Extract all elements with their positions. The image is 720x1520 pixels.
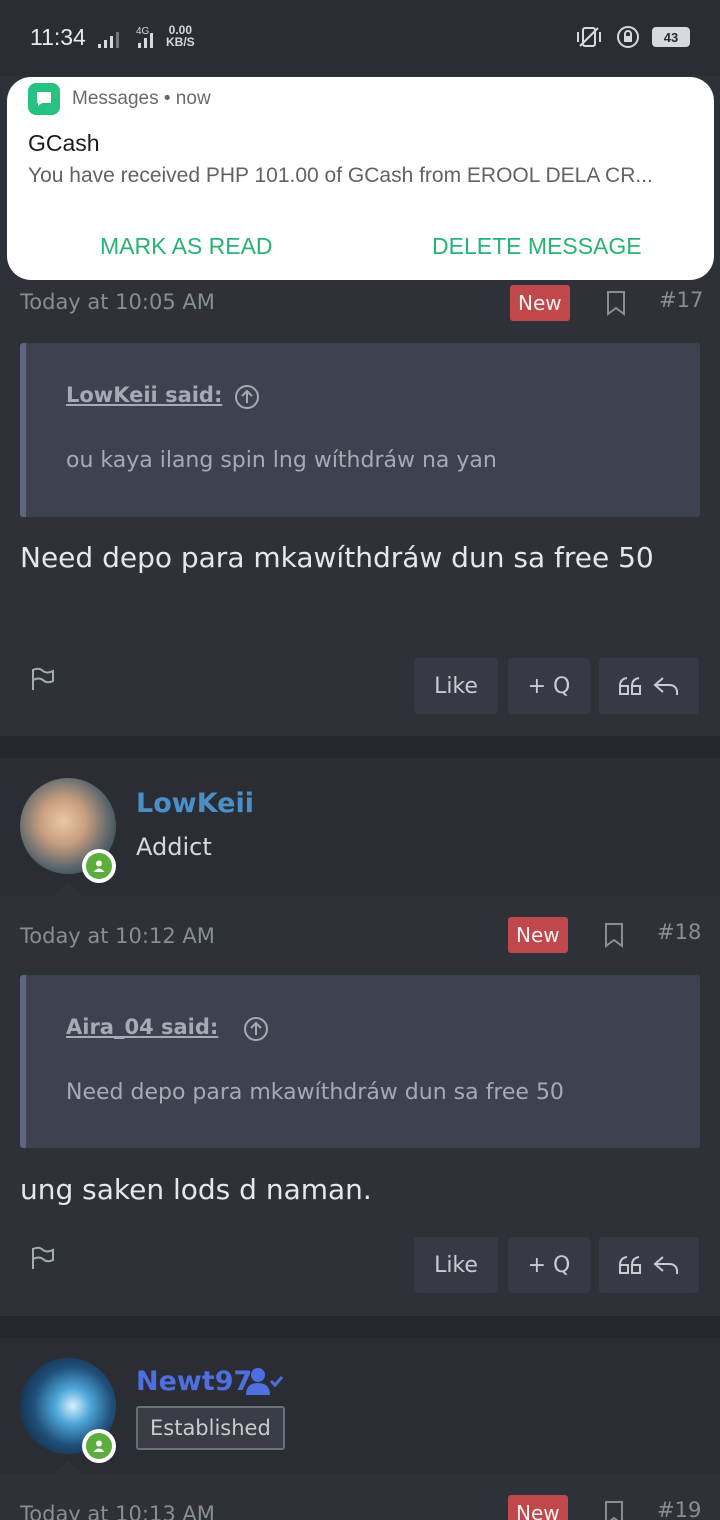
- like-button[interactable]: Like: [414, 658, 498, 714]
- quote-author-link[interactable]: Aira_04 said:: [66, 1015, 218, 1039]
- post-timestamp: Today at 10:05 AM: [20, 290, 215, 314]
- post-number[interactable]: #17: [659, 288, 703, 312]
- quote-icon: [619, 1256, 641, 1274]
- signal-icon-2: [138, 30, 153, 48]
- like-label: Like: [434, 1252, 478, 1278]
- post-19: Today at 10:13 AM New #19: [0, 1474, 720, 1520]
- messages-icon: [28, 83, 60, 115]
- multi-quote-label: + Q: [527, 673, 571, 699]
- post-timestamp: Today at 10:13 AM: [20, 1502, 215, 1520]
- notification-body: You have received PHP 101.00 of GCash fr…: [28, 164, 653, 187]
- new-badge: New: [508, 917, 568, 953]
- quote-icon: [619, 677, 641, 695]
- arrow-up-circle-icon[interactable]: [243, 1016, 269, 1042]
- quote-text: Need depo para mkawíthdráw dun sa free 5…: [66, 1080, 564, 1105]
- mark-as-read-button[interactable]: MARK AS READ: [100, 233, 273, 260]
- post-body: Need depo para mkawíthdráw dun sa free 5…: [20, 541, 654, 574]
- vibrate-icon: [577, 27, 601, 47]
- delete-message-button[interactable]: DELETE MESSAGE: [432, 233, 642, 260]
- bookmark-icon[interactable]: [603, 1500, 625, 1520]
- multi-quote-button[interactable]: + Q: [508, 658, 590, 714]
- signal-icon: [98, 30, 119, 48]
- clock: 11:34: [30, 24, 86, 50]
- like-label: Like: [434, 673, 478, 699]
- post-divider: [0, 1316, 720, 1338]
- post-body: ung saken lods d naman.: [20, 1173, 372, 1206]
- verified-user-icon: [246, 1368, 284, 1395]
- quote-block: LowKeii said: ou kaya ilang spin lng wít…: [20, 343, 700, 517]
- quote-text: ou kaya ilang spin lng wíthdráw na yan: [66, 448, 497, 473]
- post-number[interactable]: #18: [657, 920, 701, 944]
- post-17: Today at 10:05 AM New #17 LowKeii said: …: [0, 280, 720, 736]
- new-badge: New: [510, 285, 570, 321]
- multi-quote-label: + Q: [527, 1252, 571, 1278]
- reply-arrow-icon: [653, 1256, 679, 1275]
- user-header-lowkeii: LowKeii Addict: [0, 758, 720, 896]
- net-speed: 0.00 KB/S: [166, 24, 195, 48]
- post-number[interactable]: #19: [657, 1498, 701, 1520]
- quote-block: Aira_04 said: Need depo para mkawíthdráw…: [20, 975, 700, 1148]
- reply-arrow-icon: [653, 677, 679, 696]
- notification-card[interactable]: Messages • now GCash You have received P…: [7, 77, 714, 280]
- online-status-icon: [82, 1429, 116, 1463]
- report-flag-icon[interactable]: [30, 1245, 56, 1271]
- username-link[interactable]: Newt97: [136, 1366, 252, 1397]
- post-divider: [0, 736, 720, 758]
- report-flag-icon[interactable]: [30, 666, 56, 692]
- notification-title: GCash: [28, 130, 100, 156]
- new-badge: New: [508, 1495, 568, 1520]
- user-header-newt97: Newt97 Established: [0, 1338, 720, 1474]
- battery-icon: 43: [652, 27, 690, 47]
- bookmark-icon[interactable]: [605, 290, 627, 316]
- arrow-up-circle-icon[interactable]: [234, 384, 260, 410]
- notification-app-name: Messages • now: [72, 88, 211, 109]
- user-title: Addict: [136, 833, 212, 861]
- post-pointer: [54, 1460, 82, 1474]
- bookmark-icon[interactable]: [603, 922, 625, 948]
- post-timestamp: Today at 10:12 AM: [20, 924, 215, 948]
- multi-quote-button[interactable]: + Q: [508, 1237, 590, 1293]
- like-button[interactable]: Like: [414, 1237, 498, 1293]
- username-link[interactable]: LowKeii: [136, 788, 254, 819]
- lock-rotation-icon: [617, 26, 639, 48]
- post-18: Today at 10:12 AM New #18 Aira_04 said: …: [0, 896, 720, 1316]
- net-speed-unit: KB/S: [166, 35, 195, 49]
- status-bar: 11:34 4G 0.00 KB/S 43: [0, 0, 720, 76]
- notification-header: Messages • now: [28, 83, 211, 115]
- user-title-badge: Established: [136, 1406, 285, 1450]
- quote-author-link[interactable]: LowKeii said:: [66, 383, 222, 407]
- post-pointer: [54, 882, 82, 896]
- online-status-icon: [82, 849, 116, 883]
- reply-button[interactable]: [599, 1237, 699, 1293]
- reply-button[interactable]: [599, 658, 699, 714]
